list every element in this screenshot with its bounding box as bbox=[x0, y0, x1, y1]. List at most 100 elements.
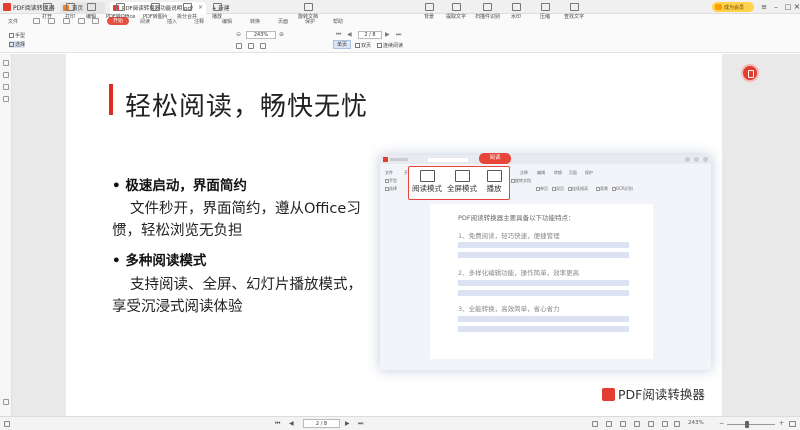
hand-label: 手型 bbox=[15, 33, 26, 39]
comment-icon[interactable] bbox=[3, 84, 9, 90]
settings-icon[interactable] bbox=[3, 399, 9, 405]
play-icon[interactable] bbox=[674, 421, 680, 427]
mock-play-mode: 播放 bbox=[481, 170, 507, 194]
background-button[interactable]: 背景 bbox=[424, 2, 434, 23]
body-reading-modes-line2: 享受沉浸式阅读体验 bbox=[112, 299, 243, 315]
play-icon bbox=[212, 3, 222, 11]
continuous-read-button[interactable]: 连续阅读 bbox=[377, 42, 403, 49]
double-page-button[interactable]: 双页 bbox=[355, 42, 371, 49]
attachment-icon[interactable] bbox=[3, 96, 9, 102]
print-button[interactable]: 打印 bbox=[65, 2, 75, 23]
page-headline: 轻松阅读，畅快无忧 bbox=[125, 92, 369, 122]
menu-edit[interactable]: 编辑 bbox=[222, 18, 232, 25]
undo-icon[interactable] bbox=[78, 18, 85, 24]
compress-button[interactable]: 压缩 bbox=[540, 2, 550, 23]
fit-page-icon[interactable] bbox=[648, 421, 654, 427]
mock-hand-label: 手型 bbox=[389, 178, 397, 183]
background-icon bbox=[424, 3, 434, 11]
edit-icon bbox=[86, 3, 96, 11]
menu-page[interactable]: 页面 bbox=[278, 18, 288, 25]
pdf-to-image-button[interactable]: PDF转图片 bbox=[143, 2, 168, 23]
body-reading-modes-line1: 支持阅读、全屏、幻灯片播放模式， bbox=[130, 277, 362, 293]
zoom-in-icon[interactable]: ⊕ bbox=[279, 31, 284, 38]
zoom-input[interactable]: 243% bbox=[246, 31, 276, 39]
fullscreen-icon bbox=[454, 170, 470, 182]
mock-text-line bbox=[458, 242, 629, 248]
menu-convert[interactable]: 转换 bbox=[250, 18, 260, 25]
mock-title-bar bbox=[380, 155, 711, 164]
menu-help[interactable]: 帮助 bbox=[333, 18, 343, 25]
view-continuous-icon[interactable] bbox=[620, 421, 626, 427]
zoom-out-button[interactable]: − bbox=[719, 420, 724, 427]
scan-recognize-label: 扫描件识别 bbox=[475, 14, 501, 20]
edit-button[interactable]: 编辑 bbox=[86, 2, 96, 23]
view-single-icon[interactable] bbox=[592, 421, 598, 427]
close-tab-icon[interactable]: × bbox=[198, 4, 203, 11]
next-page-icon[interactable]: ▶ bbox=[385, 31, 390, 38]
book-icon bbox=[419, 170, 435, 182]
mock-text-line bbox=[458, 290, 629, 296]
compress-label: 压缩 bbox=[540, 14, 551, 20]
sidebar-toggle-icon[interactable] bbox=[4, 421, 10, 427]
extract-text-label: 提取文字 bbox=[446, 14, 467, 20]
first-page-icon[interactable]: ⏮ bbox=[336, 31, 341, 39]
thumbnail-icon[interactable] bbox=[3, 60, 9, 66]
single-page-button[interactable]: 单页 bbox=[333, 40, 351, 49]
mock-double-label: 双页 bbox=[556, 186, 564, 191]
mock-ocr-tool: OCR识别 bbox=[612, 186, 633, 192]
mock-text-line bbox=[458, 316, 629, 322]
menu-file[interactable]: 文件 bbox=[8, 18, 18, 25]
first-page-icon[interactable]: ⏮ bbox=[275, 420, 280, 428]
mock-read-mode: 阅读模式 bbox=[411, 170, 443, 194]
open-file-icon[interactable] bbox=[33, 18, 40, 24]
split-merge-button[interactable]: 拆分合并 bbox=[177, 2, 197, 23]
view-double-icon[interactable] bbox=[606, 421, 612, 427]
pdf-to-office-button[interactable]: PDF转Office bbox=[106, 2, 135, 23]
zoom-slider-handle[interactable] bbox=[745, 421, 749, 428]
fullscreen-icon[interactable] bbox=[662, 421, 668, 427]
watermark-button[interactable]: 水印 bbox=[511, 2, 521, 23]
mock-play-label: 播放 bbox=[486, 184, 502, 193]
actual-size-icon[interactable] bbox=[260, 43, 266, 49]
page-number-input[interactable]: 2 / 8 bbox=[358, 31, 382, 39]
prev-page-icon[interactable]: ◀ bbox=[347, 31, 352, 38]
vip-button[interactable]: 成为会员 bbox=[712, 2, 754, 12]
last-page-icon[interactable]: ⏭ bbox=[358, 420, 363, 428]
select-tool[interactable]: 选择 bbox=[9, 41, 26, 48]
rotate-button[interactable]: 旋转文档 bbox=[298, 2, 318, 23]
minimize-icon[interactable]: – bbox=[770, 1, 782, 13]
close-window-icon[interactable]: × bbox=[791, 1, 800, 13]
open-button[interactable]: 打开 bbox=[42, 2, 52, 23]
mock-read-mode-label: 阅读模式 bbox=[412, 184, 442, 193]
mock-text-line bbox=[458, 280, 629, 286]
fit-page-icon[interactable] bbox=[236, 43, 242, 49]
menu-icon[interactable]: ≡ bbox=[758, 1, 770, 13]
headline-accent-bar bbox=[109, 84, 113, 115]
mock-fullscreen-label: 全屏模式 bbox=[447, 184, 477, 193]
mock-background-label: 背景 bbox=[600, 186, 608, 191]
find-text-button[interactable]: 查找文字 bbox=[564, 2, 584, 23]
fit-window-icon[interactable] bbox=[789, 421, 796, 427]
scan-recognize-button[interactable]: 扫描件识别 bbox=[475, 2, 500, 23]
prev-page-icon[interactable]: ◀ bbox=[289, 420, 294, 427]
menu-insert[interactable]: 插入 bbox=[167, 18, 177, 25]
mock-select-tool: 选择 bbox=[385, 186, 397, 192]
bookmark-icon[interactable] bbox=[3, 72, 9, 78]
status-page-input[interactable]: 2 / 8 bbox=[303, 419, 340, 428]
hand-tool[interactable]: 手型 bbox=[9, 32, 25, 39]
fit-width-icon[interactable] bbox=[634, 421, 640, 427]
zoom-slider[interactable] bbox=[727, 424, 775, 425]
extract-text-button[interactable]: 提取文字 bbox=[446, 2, 466, 23]
play-button[interactable]: 播放 bbox=[212, 2, 222, 23]
mock-single-label: 单页 bbox=[540, 186, 548, 191]
zoom-out-icon[interactable]: ⊖ bbox=[236, 31, 241, 38]
last-page-icon[interactable]: ⏭ bbox=[396, 31, 401, 39]
mock-menu-file: 文件 bbox=[385, 170, 393, 175]
double-page-label: 双页 bbox=[361, 43, 372, 49]
mock-fullscreen-mode: 全屏模式 bbox=[446, 170, 478, 194]
fit-width-icon[interactable] bbox=[248, 43, 254, 49]
next-page-icon[interactable]: ▶ bbox=[345, 420, 350, 427]
folder-icon bbox=[42, 3, 52, 11]
zoom-in-button[interactable]: + bbox=[779, 420, 784, 427]
mock-rotate-tool: 旋转文档 bbox=[511, 178, 531, 184]
